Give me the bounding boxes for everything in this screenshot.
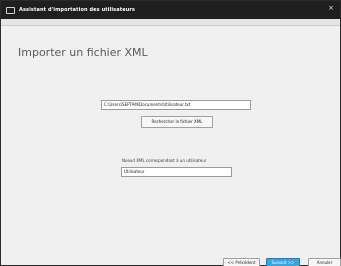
- browse-xml-button[interactable]: Rechercher le fichier XML: [141, 116, 213, 128]
- next-button[interactable]: Suivant >>: [266, 258, 300, 266]
- window-title: Assistant d'importation des utilisateurs: [19, 7, 135, 13]
- import-wizard-window: Assistant d'importation des utilisateurs…: [0, 0, 341, 266]
- window-icon: [6, 6, 15, 14]
- title-bar: Assistant d'importation des utilisateurs…: [1, 1, 340, 19]
- previous-button[interactable]: << Précédent: [223, 258, 260, 266]
- xml-node-field[interactable]: Utilisateur: [121, 167, 232, 177]
- page-title: Importer un fichier XML: [18, 46, 148, 59]
- xml-node-label: Noeud XML correspondant à un utilisateur: [122, 158, 207, 163]
- header-panel: [1, 19, 340, 26]
- close-icon[interactable]: ×: [328, 5, 334, 12]
- file-path-field[interactable]: C:\Users\SEPTAM\Documents\Utilisateur.tx…: [101, 100, 251, 110]
- cancel-button[interactable]: Annuler: [308, 258, 341, 266]
